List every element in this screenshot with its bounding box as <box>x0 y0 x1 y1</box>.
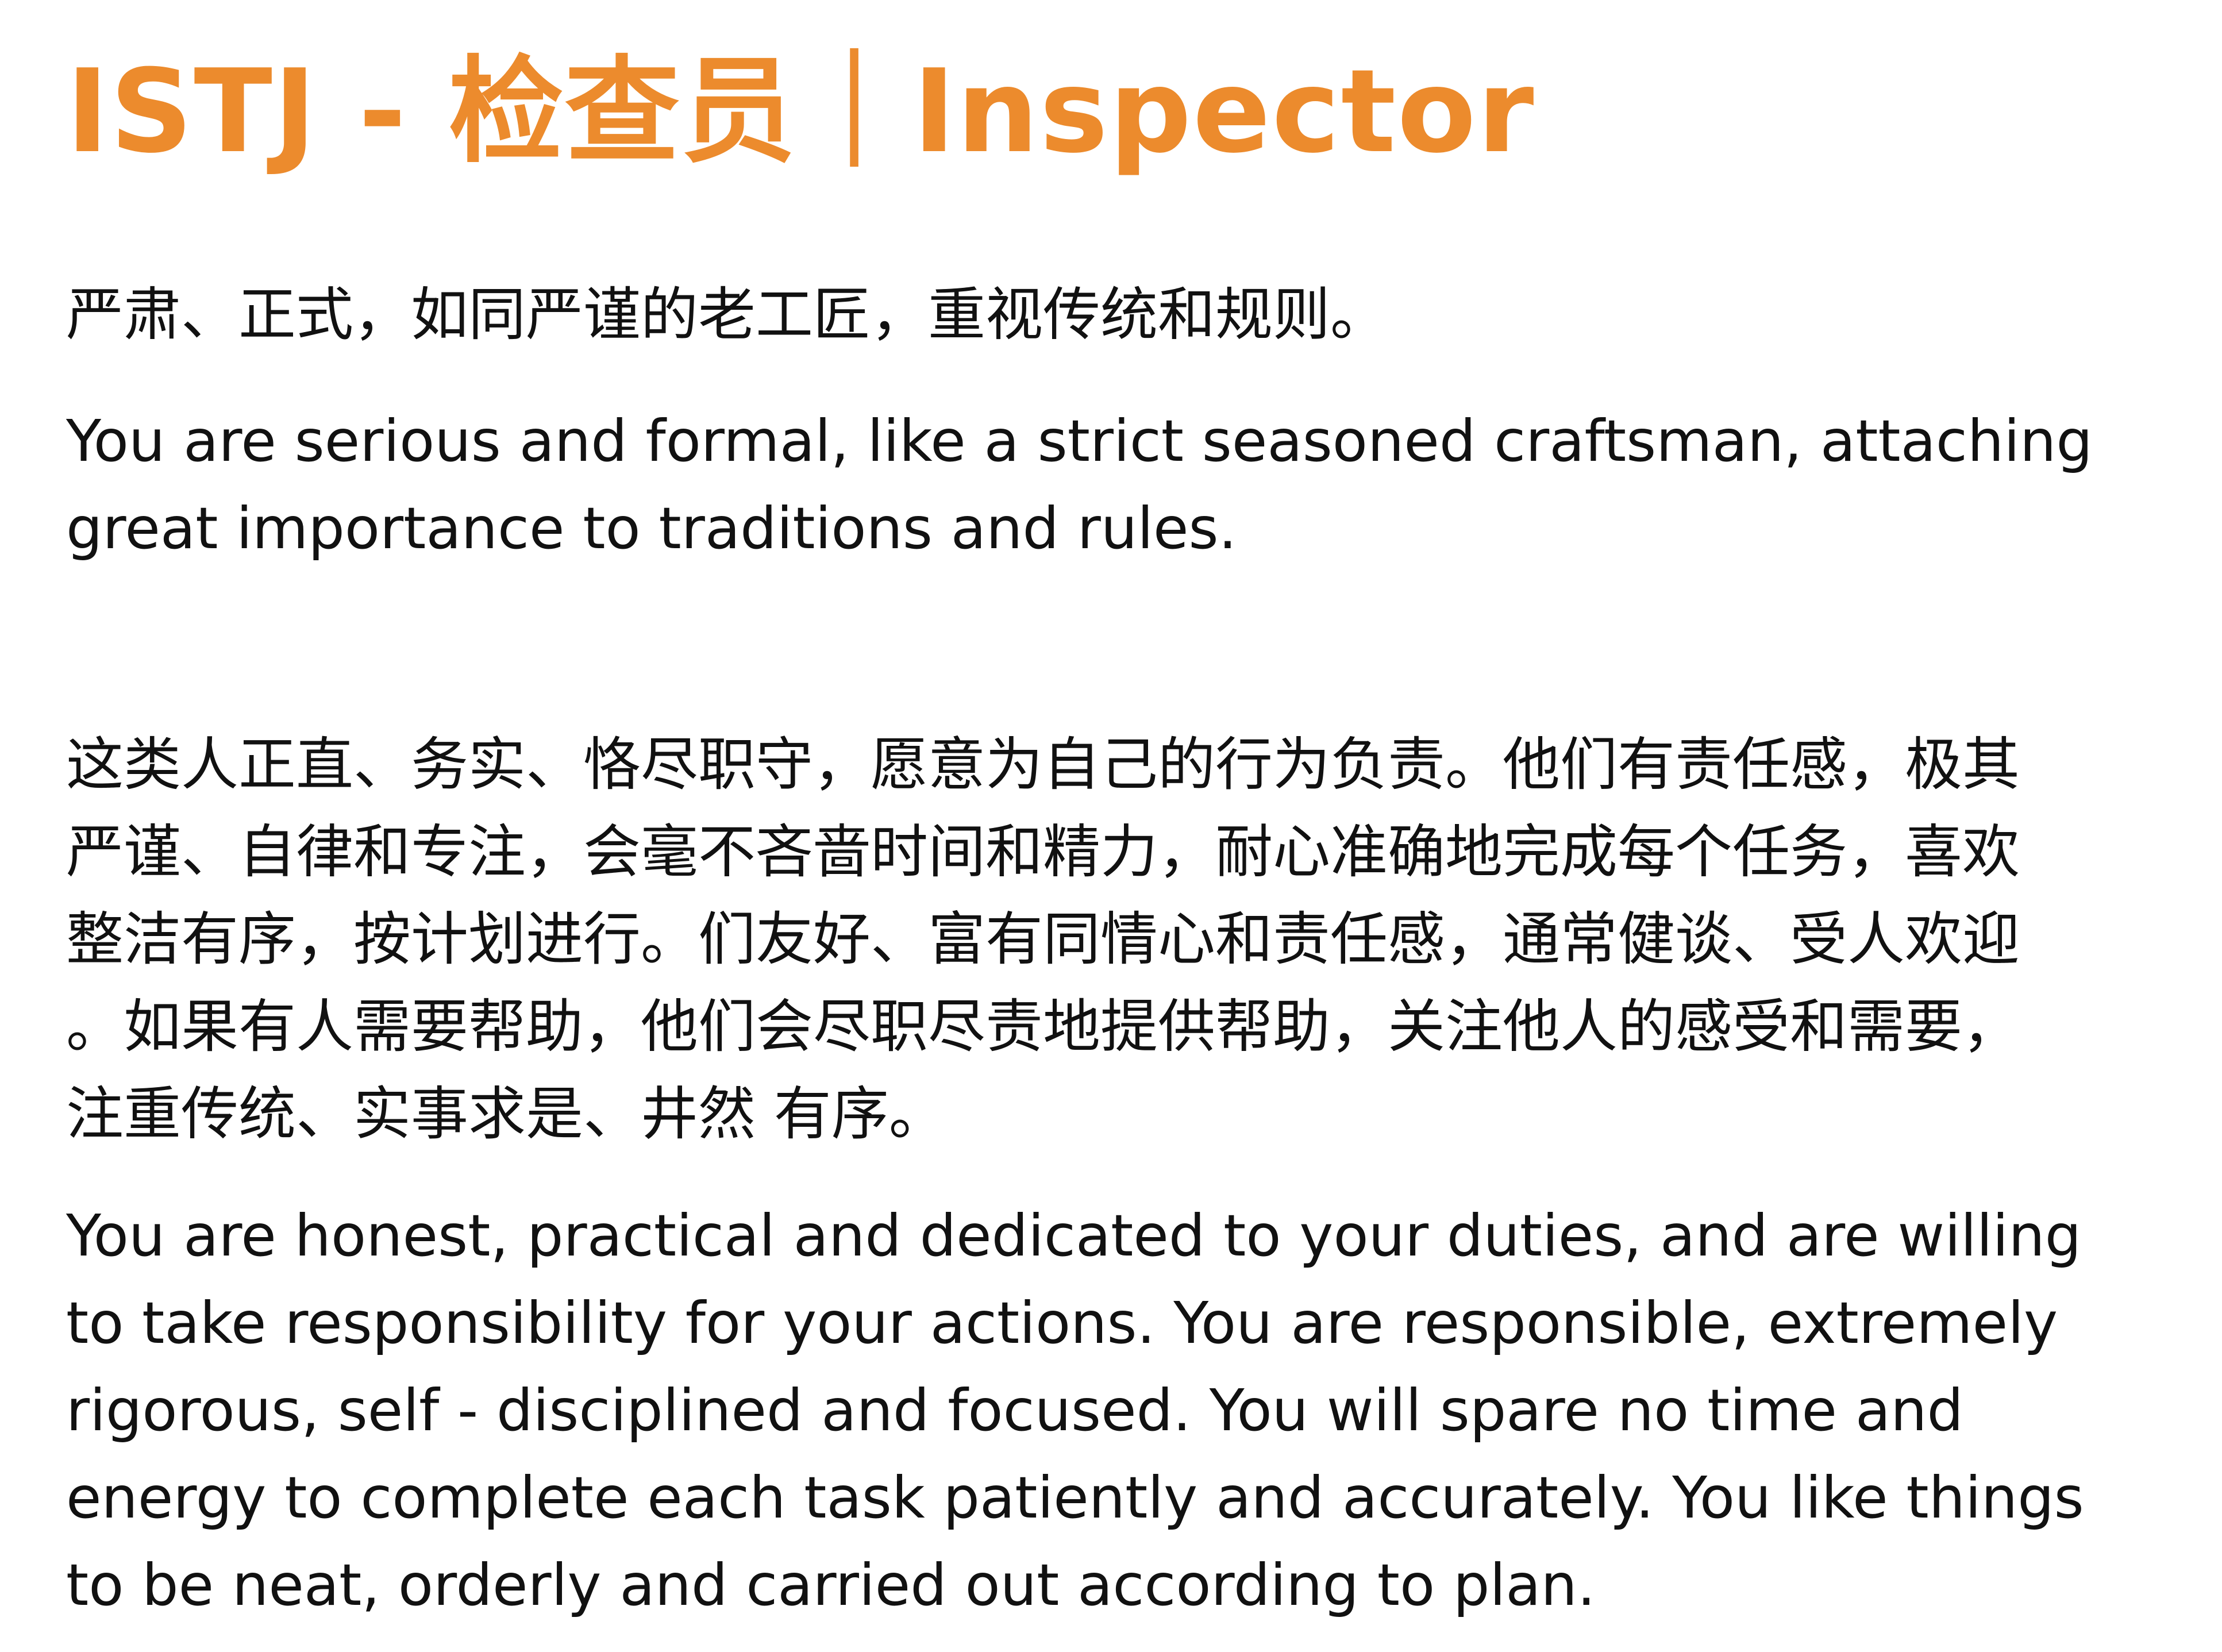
description-english: You are honest, practical and dedicated … <box>66 1192 2135 1629</box>
intro-english: You are serious and formal, like a stric… <box>66 398 2135 572</box>
description-chinese: 这类人正直、务实、恪尽职守，愿意为自己的行为负责。他们有责任感，极其 严谨、自律… <box>66 721 2135 1158</box>
intro-english-line: great importance to traditions and rules… <box>66 495 1237 562</box>
page-title: ISTJ - 检查员｜Inspector <box>66 45 1535 179</box>
description-chinese-line: 。如果有人需要帮助，他们会尽职尽责地提供帮助，关注他人的感受和需要， <box>66 993 2020 1060</box>
description-english-line: rigorous, self - disciplined and focused… <box>66 1377 1964 1444</box>
description-chinese-line: 严谨、自律和专注，会毫不吝啬时间和精力，耐心准确地完成每个任务，喜欢 <box>66 818 2020 885</box>
description-english-line: to take responsibility for your actions.… <box>66 1289 2058 1357</box>
intro-chinese: 严肃、正式，如同严谨的老工匠，重视传统和规则。 <box>66 271 2135 359</box>
intro-english-line: You are serious and formal, like a stric… <box>66 407 2093 475</box>
description-chinese-line: 这类人正直、务实、恪尽职守，愿意为自己的行为负责。他们有责任感，极其 <box>66 731 2020 798</box>
description-chinese-line: 注重传统、实事求是、井然 有序。 <box>66 1080 946 1147</box>
description-english-line: You are honest, practical and dedicated … <box>66 1202 2082 1269</box>
intro-chinese-line: 严肃、正式，如同严谨的老工匠，重视传统和规则。 <box>66 281 1388 348</box>
description-english-line: to be neat, orderly and carried out acco… <box>66 1551 1596 1619</box>
description-english-line: energy to complete each task patiently a… <box>66 1464 2084 1531</box>
description-chinese-line: 整洁有序，按计划进行。们友好、富有同情心和责任感，通常健谈、受人欢迎 <box>66 906 2020 973</box>
personality-card: ISTJ - 检查员｜Inspector 严肃、正式，如同严谨的老工匠，重视传统… <box>0 0 2222 1652</box>
